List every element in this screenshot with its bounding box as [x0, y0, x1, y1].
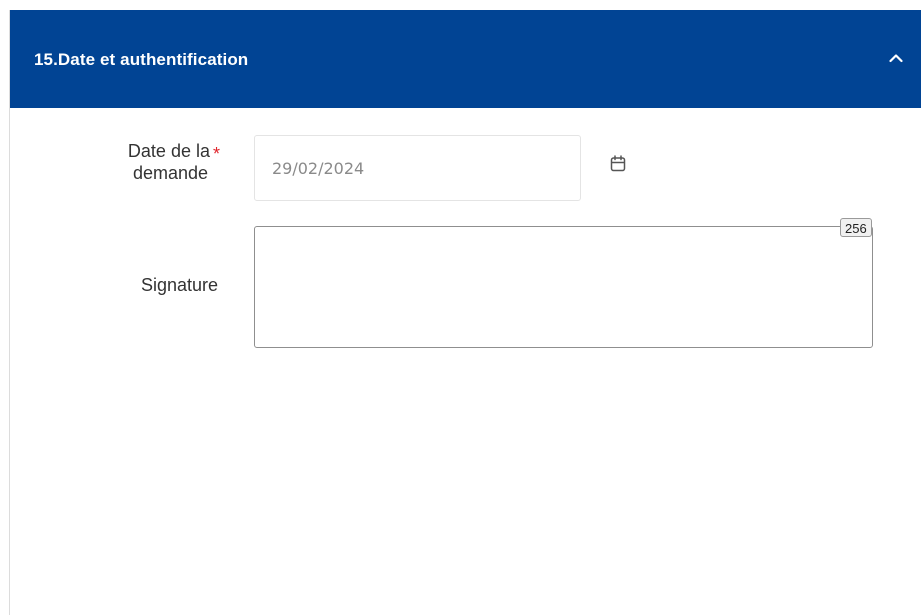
date-label: Date de la * demande [60, 140, 220, 184]
chevron-up-icon [889, 54, 903, 63]
calendar-icon [610, 155, 626, 172]
calendar-button[interactable] [608, 154, 628, 174]
section-header[interactable]: 15.Date et authentification [10, 10, 921, 108]
collapse-button[interactable] [884, 46, 908, 70]
char-counter-badge: 256 [840, 218, 872, 237]
required-marker: * [212, 144, 220, 164]
date-label-line1: Date de la [127, 141, 210, 161]
section-title: 15.Date et authentification [34, 50, 249, 69]
date-label-line2: demande [132, 163, 208, 183]
signature-label: Signature [140, 275, 218, 295]
date-input[interactable] [254, 135, 581, 201]
signature-textarea[interactable] [254, 226, 873, 348]
